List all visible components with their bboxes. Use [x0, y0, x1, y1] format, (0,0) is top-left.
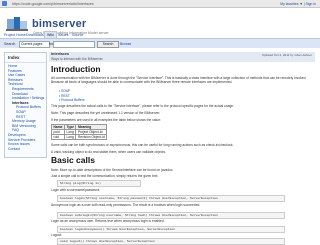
paragraph-11: Login as an anonymous user. Returns true… — [51, 219, 165, 223]
paragraph-3: Note: This page describes the yet unrele… — [51, 111, 161, 115]
table-cell: Long — [63, 134, 77, 140]
code-block-login: boolean login(String username, String pa… — [57, 195, 285, 202]
paragraph-8: Just a simple call to test the communica… — [51, 174, 159, 178]
bullet-rest-label[interactable]: REST — [61, 94, 70, 98]
paragraph-10: Anonymous login as a user with read-only… — [51, 203, 201, 207]
project-header: bimserver Open Source Building Informati… — [0, 8, 320, 35]
search-label: Search — [4, 41, 16, 46]
tab-downloads[interactable]: Downloads — [24, 32, 46, 38]
address-bar[interactable]: https://code.google.com/p/bimserver/wiki… — [0, 0, 320, 8]
project-logo-icon — [6, 17, 28, 31]
paragraph-9: Login with a username/password: — [51, 188, 101, 192]
top-links[interactable]: My favorites ▼ | Sign in — [280, 1, 316, 7]
table-cell: Project Object-Id — [75, 129, 108, 135]
parameter-table: Name Type Meaning poid Long Project Obje… — [51, 124, 108, 140]
table-cell: Revision Object-Id — [75, 134, 108, 140]
sidebar-title: Index — [5, 53, 46, 63]
search-input[interactable] — [53, 40, 95, 48]
project-tabs: Project Home Downloads Wiki Issues Sourc… — [0, 31, 320, 39]
paragraph-7: Note: More up-to-date descriptions of th… — [51, 168, 174, 172]
bullet-soap-label[interactable]: SOAP — [61, 89, 70, 93]
code-block-login-anonymous: boolean loginAnonymous() throws UserExce… — [57, 226, 285, 233]
paragraph-5: Some calls can be both synchronous or as… — [51, 143, 234, 147]
url-text[interactable]: https://code.google.com/p/bimserver/wiki… — [12, 1, 122, 7]
heading-basic-calls: Basic calls — [51, 155, 95, 165]
project-name[interactable]: bimserver — [32, 18, 86, 30]
heading-introduction: Introduction — [51, 64, 101, 74]
bullet-protocol-buffers[interactable]: • Protocol Buffers — [59, 98, 84, 102]
search-bar: Search Current pages for Search Browse — [0, 39, 320, 48]
paragraph-4: If the parameters are used in all exampl… — [51, 118, 161, 122]
wiki-updated-info[interactable]: Updated Oct 4, 2011 by ruben.deboer — [262, 53, 312, 58]
wiki-content: Interfaces Ways to interact with the BIM… — [49, 52, 315, 245]
paragraph-6: A valid, tracking object to do real stab… — [51, 150, 166, 154]
tab-source[interactable]: Source — [70, 32, 85, 38]
paragraph-12: Logout: — [51, 233, 62, 237]
bullet-protocol-buffers-label[interactable]: Protocol Buffers — [61, 98, 84, 102]
browse-link[interactable]: Browse — [120, 41, 131, 47]
code-block-autologin: boolean autologin(String username, Strin… — [57, 212, 285, 219]
wiki-index-sidebar: Index Home Features Use Cases Releases T… — [4, 52, 47, 158]
paragraph-2: This page describes the actual calls to … — [51, 104, 235, 108]
sidebar-list: Home Features Use Cases Releases Technic… — [5, 63, 46, 151]
table-cell: roid — [51, 134, 65, 140]
tab-wiki[interactable]: Wiki — [44, 31, 57, 38]
code-block-logout: void logout() throws UserException, Serv… — [57, 238, 285, 245]
tab-issues[interactable]: Issues — [56, 32, 70, 38]
code-block-ping: String ping(String in) — [57, 180, 141, 187]
sidebar-item-contact[interactable]: Contact — [8, 147, 46, 152]
favicon-icon — [2, 1, 7, 6]
wiki-title-bar: Interfaces Ways to interact with the BIM… — [49, 52, 315, 62]
wiki-page-subtitle: Ways to interact with the BIMserver — [51, 57, 103, 61]
search-button[interactable]: Search — [97, 40, 119, 48]
table-row: poid Long Project Object-Id — [51, 129, 108, 135]
intro-paragraph: All communication with the BIMserver is … — [51, 76, 307, 85]
table-row: roid Long Revision Object-Id — [51, 134, 108, 140]
search-scope-select[interactable]: Current pages — [19, 40, 50, 48]
